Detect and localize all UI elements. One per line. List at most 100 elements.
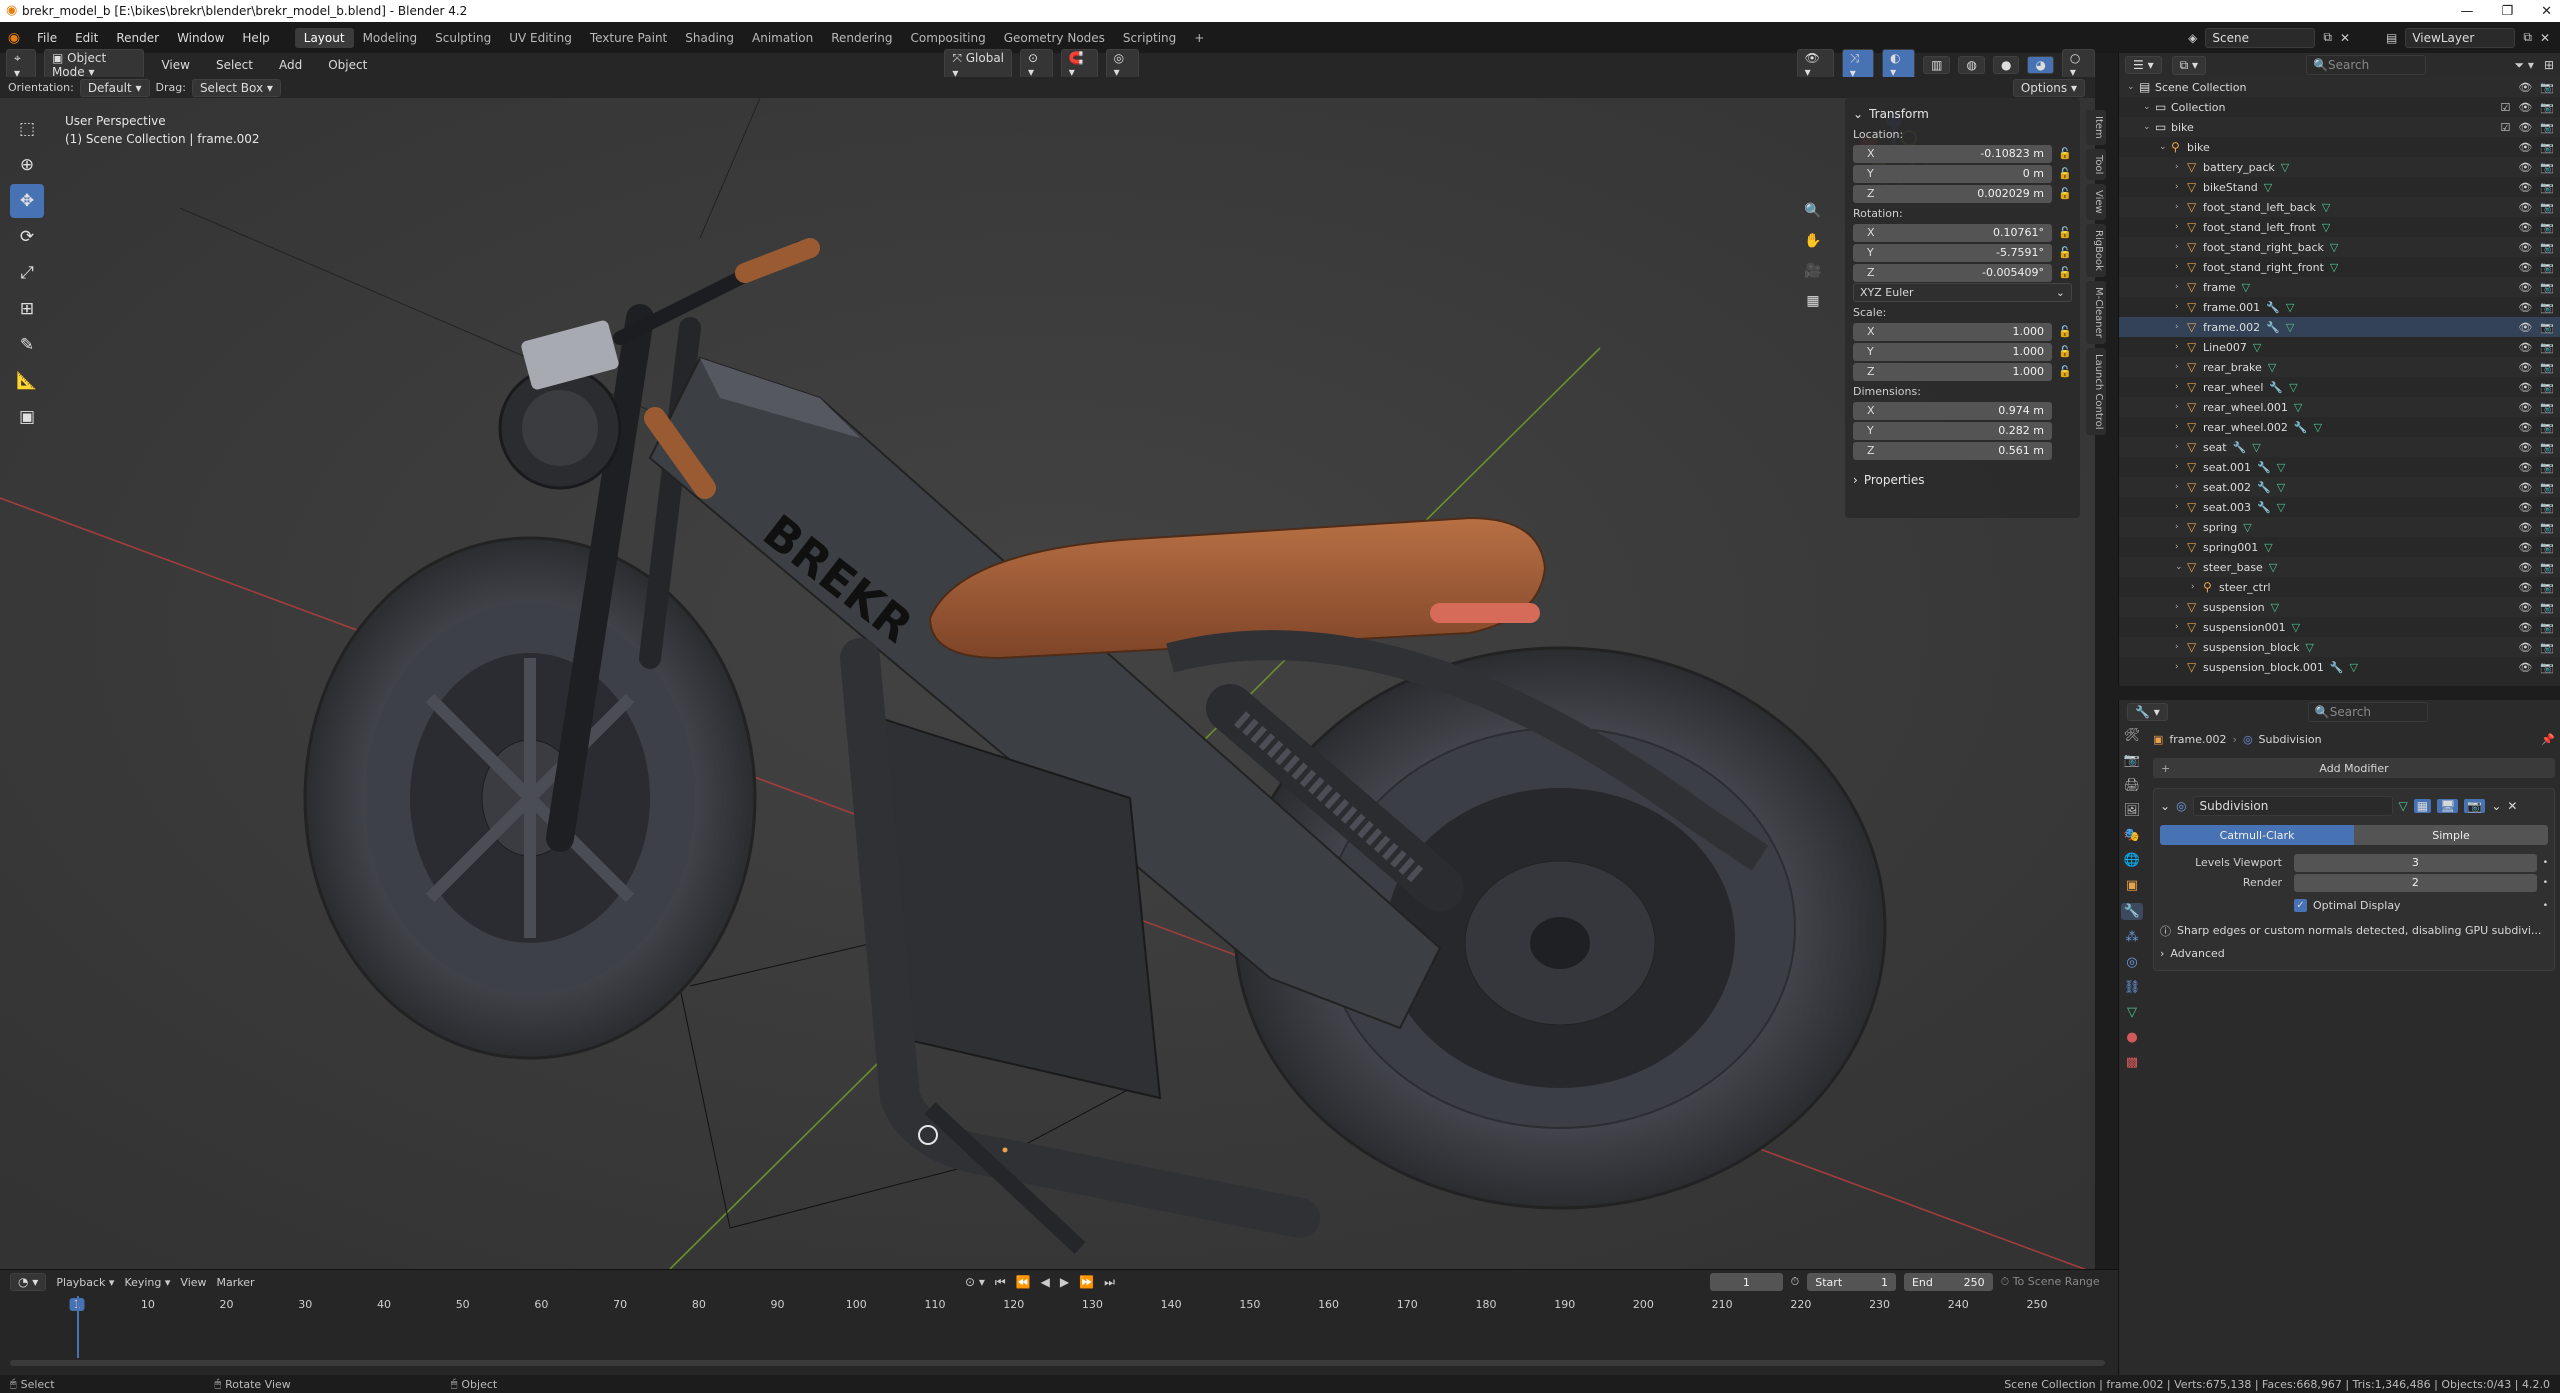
measure-icon[interactable]: 📐 (10, 364, 44, 398)
lock-icon[interactable]: 🔓 (2058, 266, 2072, 279)
expand-caret-icon[interactable]: › (2175, 642, 2187, 652)
tab-compositing[interactable]: Compositing (901, 28, 994, 48)
outliner-item[interactable]: › ▽ frame.002 🔧 ▽ 👁 📷 (2119, 317, 2560, 337)
outliner-item[interactable]: › ▽ bikeStand ▽ 👁 📷 (2119, 177, 2560, 197)
render-camera-icon[interactable]: 📷 (2540, 601, 2554, 614)
new-collection-icon[interactable]: ⊞ (2544, 58, 2554, 72)
filter-icon[interactable]: ⏷ ▾ (2514, 58, 2533, 73)
outliner-item[interactable]: ⌄ ⚲ bike 👁 📷 (2119, 137, 2560, 157)
mesh-data-icon[interactable]: ▽ (2243, 521, 2251, 534)
add-cube-icon[interactable]: ▣ (10, 400, 44, 434)
play-icon[interactable]: ▶ (1060, 1275, 1069, 1290)
tab-geometry-nodes[interactable]: Geometry Nodes (995, 28, 1114, 48)
render-camera-icon[interactable]: 📷 (2540, 341, 2554, 354)
jump-end-icon[interactable]: ⏭ (1104, 1275, 1115, 1290)
expand-caret-icon[interactable]: ⌄ (2175, 562, 2187, 572)
render-camera-icon[interactable]: 📷 (2540, 441, 2554, 454)
mesh-data-icon[interactable]: ▽ (2305, 641, 2313, 654)
menu-view[interactable]: View (152, 58, 198, 72)
select-box-icon[interactable]: ⬚ (10, 112, 44, 146)
add-workspace-button[interactable]: + (1185, 28, 1213, 48)
xray-toggle[interactable]: ▥ (1923, 56, 1951, 74)
outliner-item[interactable]: › ▽ foot_stand_right_front ▽ 👁 📷 (2119, 257, 2560, 277)
render-camera-icon[interactable]: 📷 (2540, 481, 2554, 494)
next-keyframe-icon[interactable]: ⏩ (1079, 1275, 1094, 1290)
timeline-ruler[interactable]: 1102030405060708090100110120130140150160… (0, 1296, 2110, 1316)
expand-caret-icon[interactable]: › (2175, 662, 2187, 672)
mesh-data-icon[interactable]: ▽ (2286, 301, 2294, 314)
tab-animation[interactable]: Animation (743, 28, 822, 48)
visibility-eye-icon[interactable]: 👁 (2518, 281, 2532, 294)
lock-icon[interactable]: 🔓 (2058, 226, 2072, 239)
visibility-eye-icon[interactable]: 👁 (2518, 301, 2532, 314)
start-frame-field[interactable]: Start 1 (1807, 1273, 1896, 1291)
render-camera-icon[interactable]: 📷 (2540, 141, 2554, 154)
constraints-icon[interactable]: ⛓ (2124, 980, 2141, 995)
properties-header[interactable]: › Properties (1853, 470, 2072, 490)
jump-start-icon[interactable]: ⏮ (995, 1275, 1006, 1290)
scene-selector[interactable]: Scene (2205, 27, 2316, 48)
visibility-eye-icon[interactable]: 👁 (2518, 441, 2532, 454)
prev-keyframe-icon[interactable]: ⏪ (1016, 1275, 1031, 1290)
menu-help[interactable]: Help (233, 31, 278, 45)
expand-caret-icon[interactable]: › (2175, 162, 2187, 172)
render-camera-icon[interactable]: 📷 (2540, 641, 2554, 654)
render-camera-icon[interactable]: 📷 (2540, 181, 2554, 194)
outliner-item[interactable]: ⌄ ▭ Collection ☑ 👁 📷 (2119, 97, 2560, 117)
rotation-z-field[interactable]: Z -0.005409° (1853, 263, 2052, 282)
render-camera-icon[interactable]: 📷 (2540, 221, 2554, 234)
close-icon[interactable]: ✕ (2540, 31, 2550, 45)
move-icon[interactable]: ✥ (10, 184, 44, 218)
tab-item[interactable]: Item (2086, 110, 2106, 145)
visibility-eye-icon[interactable]: 👁 (2518, 221, 2532, 234)
visibility-eye-icon[interactable]: 👁 (2518, 521, 2532, 534)
render-icon[interactable]: 📷 (2124, 753, 2140, 768)
outliner-item[interactable]: › ⚲ steer_ctrl 👁 📷 (2119, 577, 2560, 597)
mesh-data-icon[interactable]: ▽ (2330, 261, 2338, 274)
viewlayer-selector[interactable]: ViewLayer (2405, 27, 2516, 48)
menu-object[interactable]: Object (319, 58, 376, 72)
perspective-grid-icon[interactable]: ▦ (1800, 288, 1826, 314)
catmull-clark-option[interactable]: Catmull-Clark (2160, 825, 2354, 845)
particles-icon[interactable]: ⁂ (2126, 930, 2139, 945)
lock-icon[interactable]: 🔓 (2058, 167, 2072, 180)
pan-hand-icon[interactable]: ✋ (1800, 228, 1826, 254)
outliner-item[interactable]: › ▽ suspension001 ▽ 👁 📷 (2119, 617, 2560, 637)
add-modifier-button[interactable]: + Add Modifier (2153, 758, 2555, 778)
mesh-data-icon[interactable]: ▽ (2294, 401, 2302, 414)
expand-caret-icon[interactable]: › (2175, 362, 2187, 372)
mesh-data-icon[interactable]: ▽ (2269, 561, 2277, 574)
modifier-wrench-icon[interactable]: 🔧 (2266, 301, 2280, 314)
expand-caret-icon[interactable]: › (2175, 462, 2187, 472)
visibility-eye-icon[interactable]: 👁 (2518, 601, 2532, 614)
scale-x-field[interactable]: X 1.000 (1853, 322, 2052, 341)
tab-uv-editing[interactable]: UV Editing (500, 28, 581, 48)
render-camera-icon[interactable]: 📷 (2540, 661, 2554, 674)
render-camera-icon[interactable]: 📷 (2540, 261, 2554, 274)
transform-icon[interactable]: ⊞ (10, 292, 44, 326)
lock-icon[interactable]: 🔓 (2058, 345, 2072, 358)
pin-icon[interactable]: ⧉ (2323, 30, 2332, 45)
render-camera-icon[interactable]: 📷 (2540, 241, 2554, 254)
modifier-wrench-icon[interactable]: 🔧 (2269, 381, 2283, 394)
visibility-eye-icon[interactable]: 👁 (2518, 101, 2532, 114)
outliner-item[interactable]: › ▽ rear_wheel.002 🔧 ▽ 👁 📷 (2119, 417, 2560, 437)
mesh-data-icon[interactable]: ▽ (2271, 601, 2279, 614)
lock-icon[interactable]: 🔓 (2058, 365, 2072, 378)
cursor-icon[interactable]: ⊕ (10, 148, 44, 182)
advanced-subpanel[interactable]: › Advanced (2160, 944, 2548, 963)
visibility-eye-icon[interactable]: 👁 (2518, 341, 2532, 354)
scale-y-field[interactable]: Y 1.000 (1853, 342, 2052, 361)
drag-selector[interactable]: Select Box ▾ (191, 78, 281, 97)
expand-caret-icon[interactable]: › (2191, 582, 2203, 592)
outliner-search-input[interactable]: 🔍 Search (2306, 55, 2427, 75)
properties-search-input[interactable]: 🔍 Search (2307, 702, 2428, 722)
scale-icon[interactable]: ⤢ (10, 256, 44, 290)
modifier-wrench-icon[interactable]: 🔧 (2330, 661, 2344, 674)
visibility-eye-icon[interactable]: 👁 (2518, 381, 2532, 394)
mesh-data-icon[interactable]: ▽ (2330, 241, 2338, 254)
copy-icon[interactable]: ⧉ (2523, 30, 2532, 45)
exclude-checkbox[interactable]: ☑ (2500, 101, 2510, 114)
keying-menu[interactable]: Keying ▾ (124, 1276, 170, 1289)
edit-mode-toggle-icon[interactable]: ▽ (2399, 799, 2408, 813)
